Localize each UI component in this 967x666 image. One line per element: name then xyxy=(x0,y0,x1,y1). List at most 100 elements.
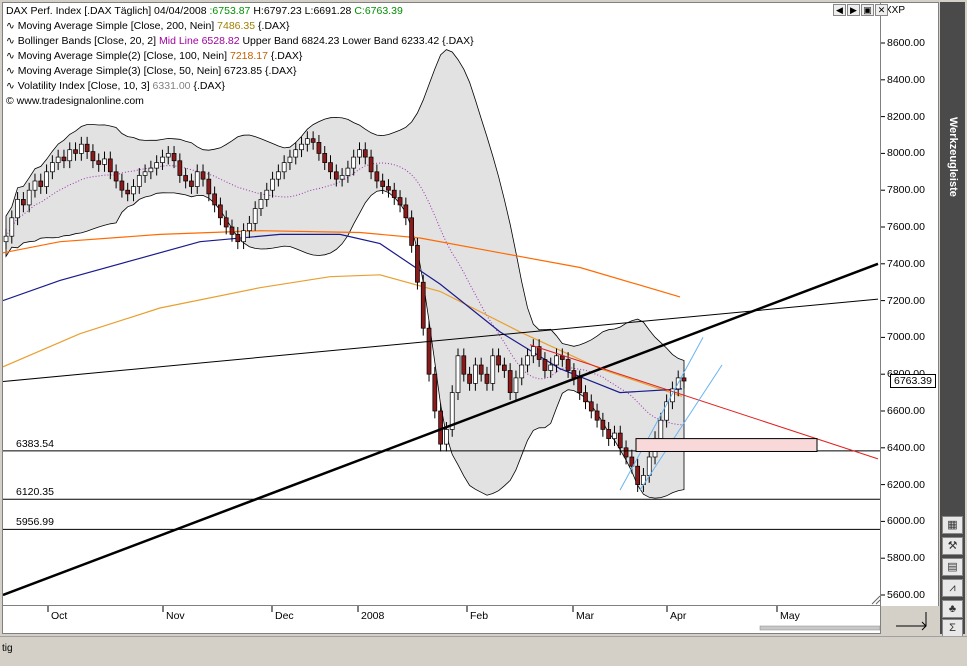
candle xyxy=(148,167,154,173)
window-controls: ◀ ▶ ▣ ✕ xyxy=(832,4,888,16)
candle xyxy=(21,199,26,206)
source-text: www.tradesignalonline.com xyxy=(16,95,144,107)
legend-title: DAX Perf. Index [.DAX Täglich] 04/04/200… xyxy=(6,5,207,17)
horizontal-level-label: 5956.99 xyxy=(16,516,54,529)
candle xyxy=(183,175,188,182)
status-bar: tig xyxy=(0,636,967,666)
ma50-symbol: {.DAX} xyxy=(265,65,297,77)
legend-hlc: H:6797.23 L:6691.28 xyxy=(253,5,352,17)
candle xyxy=(26,189,32,206)
candle xyxy=(131,186,136,195)
candle xyxy=(362,149,368,158)
candle xyxy=(73,149,78,154)
candle xyxy=(3,235,9,243)
candle xyxy=(247,222,252,232)
candle xyxy=(409,217,414,246)
legend-open: :6753.87 xyxy=(209,5,251,17)
candle xyxy=(415,245,420,283)
candle xyxy=(223,217,229,228)
candle xyxy=(212,193,217,206)
candle xyxy=(304,138,310,145)
legend-ma100[interactable]: ∿ Moving Average Simple(2) [Close, 100, … xyxy=(6,49,474,64)
ma100-value: 7218.17 xyxy=(229,50,268,62)
close-icon[interactable]: ✕ xyxy=(875,4,888,16)
candle xyxy=(374,171,380,182)
candle xyxy=(160,156,165,163)
ma50-value: 6723.85 xyxy=(224,65,263,77)
candle xyxy=(502,364,507,371)
maximize-icon[interactable]: ▣ xyxy=(861,4,874,16)
candle xyxy=(119,180,125,191)
candle xyxy=(206,178,212,195)
candle xyxy=(316,142,322,154)
candle xyxy=(444,429,449,445)
legend-source: © www.tradesignalonline.com xyxy=(6,94,474,109)
candle xyxy=(194,171,200,187)
candle xyxy=(177,160,183,176)
chart-line-icon[interactable]: ⩘ xyxy=(942,579,963,597)
candle xyxy=(588,401,594,412)
plot-area xyxy=(3,49,880,597)
legend-title-row: DAX Perf. Index [.DAX Täglich] 04/04/200… xyxy=(6,4,474,19)
candle xyxy=(276,171,281,180)
candle xyxy=(473,364,478,384)
candle xyxy=(189,180,194,187)
support-zone-box xyxy=(635,438,818,452)
candle xyxy=(200,171,206,180)
candle xyxy=(50,162,55,173)
candle xyxy=(154,162,160,169)
toolbar: Werkzeugleiste ▦ ⚒ ▤ ⩘ ♣ Σ xyxy=(940,2,965,637)
ma200-value: 7486.35 xyxy=(217,20,256,32)
candle xyxy=(461,355,467,375)
candle xyxy=(617,432,623,449)
candle xyxy=(333,171,339,180)
candle xyxy=(218,204,223,219)
candle xyxy=(507,370,513,393)
candle xyxy=(15,199,20,219)
legend-ma200[interactable]: ∿ Moving Average Simple [Close, 200, Nei… xyxy=(6,19,474,34)
candle xyxy=(635,465,640,485)
last-price-marker: 6763.39 xyxy=(890,374,936,388)
candle xyxy=(270,178,275,191)
candle xyxy=(600,419,606,430)
legend-bollinger[interactable]: ∿ Bollinger Bands [Close, 20, 2] Mid Lin… xyxy=(6,34,474,49)
vol-value: 6331.00 xyxy=(152,80,191,92)
boll-bands: Upper Band 6824.23 Lower Band 6233.42 xyxy=(242,35,440,47)
candle xyxy=(96,160,102,165)
candle xyxy=(594,410,600,421)
candle xyxy=(264,189,270,200)
candle xyxy=(554,355,559,366)
candle xyxy=(351,156,357,169)
legend-volatility[interactable]: ∿ Volatility Index [Close, 10, 3] 6331.0… xyxy=(6,79,474,94)
candle xyxy=(357,149,362,158)
candle xyxy=(519,364,525,379)
candle xyxy=(559,355,565,360)
sigma-icon[interactable]: Σ xyxy=(942,619,963,637)
candle xyxy=(165,153,171,158)
scroll-right-icon[interactable]: ▶ xyxy=(847,4,860,16)
pan-arrow-icon xyxy=(896,612,927,631)
candle xyxy=(281,162,287,173)
candle xyxy=(67,149,73,162)
bollinger-band xyxy=(5,49,685,499)
candle xyxy=(328,162,333,173)
candle xyxy=(9,217,15,237)
candle xyxy=(235,234,241,243)
document-icon[interactable]: ▤ xyxy=(942,558,963,576)
candle xyxy=(136,175,142,187)
tree-icon[interactable]: ♣ xyxy=(942,600,963,618)
candle xyxy=(32,180,38,191)
candle xyxy=(583,392,588,403)
status-text: tig xyxy=(2,643,13,654)
candle xyxy=(403,204,409,219)
scroll-left-icon[interactable]: ◀ xyxy=(833,4,846,16)
wrench-icon[interactable]: ⚒ xyxy=(942,537,963,555)
candle xyxy=(299,143,304,151)
legend-close: C:6763.39 xyxy=(354,5,403,17)
grid-icon[interactable]: ▦ xyxy=(942,516,963,534)
legend-ma50[interactable]: ∿ Moving Average Simple(3) [Close, 50, N… xyxy=(6,64,474,79)
resize-grip-icon xyxy=(871,595,881,605)
candle xyxy=(102,158,107,165)
candle xyxy=(142,171,148,176)
candle xyxy=(84,143,90,152)
